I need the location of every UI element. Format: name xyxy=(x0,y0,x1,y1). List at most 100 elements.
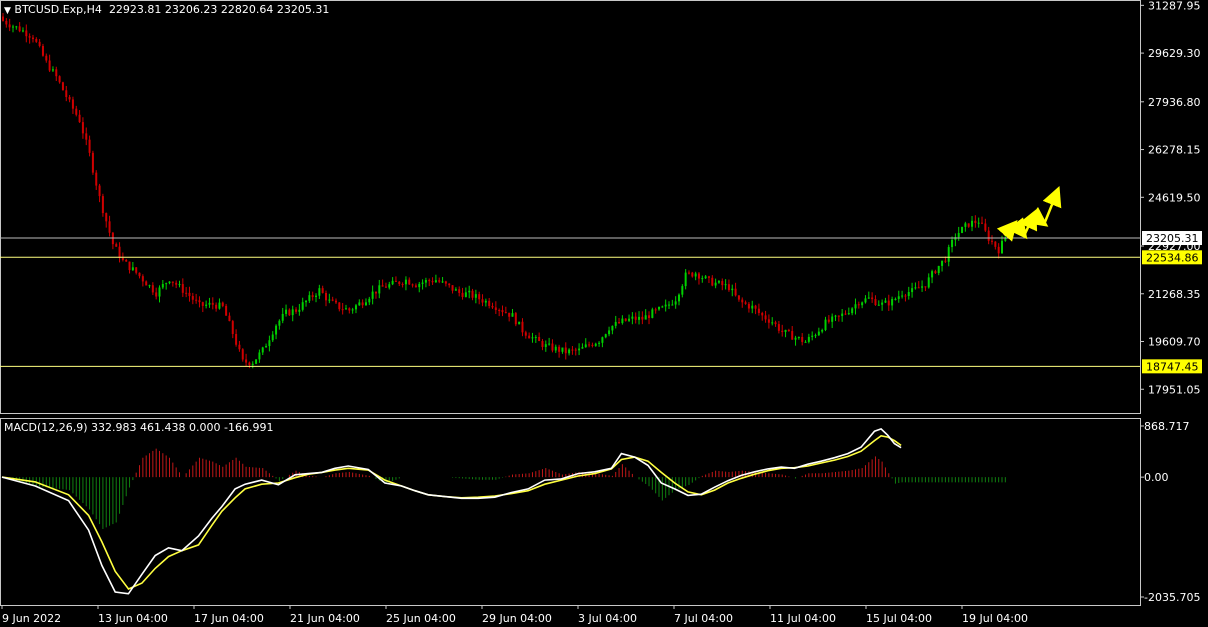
candle-body xyxy=(285,309,288,314)
candle-body xyxy=(727,284,730,291)
candle-body xyxy=(737,295,740,300)
y-tick-label: 19609.70 xyxy=(1148,336,1201,349)
candle-body xyxy=(28,36,31,38)
candle xyxy=(747,301,750,313)
candle-body xyxy=(108,221,111,233)
candle-body xyxy=(774,322,777,325)
candle-body xyxy=(977,222,980,224)
candle xyxy=(604,333,607,339)
candle-body xyxy=(378,285,381,294)
candle xyxy=(717,280,720,284)
candle-body xyxy=(681,286,684,295)
candle xyxy=(561,347,564,354)
candle-body xyxy=(674,301,677,305)
candle xyxy=(431,277,434,285)
candle-body xyxy=(997,246,1000,254)
candle-body xyxy=(897,296,900,299)
candle xyxy=(218,298,221,310)
candle xyxy=(65,85,68,102)
candle xyxy=(311,291,314,301)
candle xyxy=(658,306,661,311)
candle-body xyxy=(797,336,800,338)
candle-body xyxy=(791,331,794,340)
candle-body xyxy=(98,185,101,197)
candle xyxy=(911,282,914,298)
candle-body xyxy=(861,302,864,306)
candle-body xyxy=(171,281,174,283)
candle-body xyxy=(867,297,870,299)
candle-body xyxy=(48,60,51,71)
candle-body xyxy=(185,292,188,294)
candle-body xyxy=(175,282,178,285)
candle-body xyxy=(35,38,38,42)
candle-body xyxy=(431,281,434,283)
candle-body xyxy=(974,220,977,223)
candle-body xyxy=(325,292,328,301)
candle xyxy=(791,326,794,340)
candle-body xyxy=(927,277,930,288)
candle xyxy=(514,311,517,327)
candle-body xyxy=(534,336,537,338)
candle xyxy=(864,295,867,304)
candle xyxy=(854,298,857,315)
candle xyxy=(15,25,18,30)
candle xyxy=(957,226,960,241)
candle-body xyxy=(241,349,244,360)
candle-body xyxy=(528,335,531,339)
candle-body xyxy=(814,335,817,337)
candle xyxy=(771,317,774,326)
candle-body xyxy=(518,321,521,325)
candle-body xyxy=(644,315,647,320)
candle xyxy=(75,105,78,117)
candle xyxy=(837,315,840,322)
candle-body xyxy=(191,296,194,300)
candle xyxy=(541,338,544,351)
candle xyxy=(368,296,371,306)
candle xyxy=(11,24,14,33)
candle-body xyxy=(221,302,224,306)
projection-arrow xyxy=(1007,217,1028,240)
candle-body xyxy=(671,304,674,306)
candle xyxy=(811,331,814,341)
candle-body xyxy=(145,281,148,286)
ohlc-readout: 22923.81 23206.23 22820.64 23205.31 xyxy=(108,3,330,16)
candle-body xyxy=(21,30,24,32)
candle-body xyxy=(188,292,191,297)
candle-body xyxy=(458,289,461,293)
candle-body xyxy=(251,363,254,366)
candle xyxy=(201,301,204,313)
candle-body xyxy=(95,172,98,186)
candle xyxy=(28,33,31,44)
candle xyxy=(161,279,164,290)
candle xyxy=(374,291,377,299)
candle xyxy=(754,304,757,315)
candle xyxy=(634,312,637,324)
candle-body xyxy=(245,359,248,363)
chart-canvas[interactable]: 31287.95 29629.30 27936.80 26278.15 24619.50… xyxy=(0,0,1208,627)
candle-body xyxy=(541,341,544,347)
candle xyxy=(471,288,474,301)
candle-body xyxy=(151,285,154,293)
y-tick-label: 29629.30 xyxy=(1148,47,1201,60)
candle-body xyxy=(305,300,308,303)
candle xyxy=(255,359,258,365)
candle-body xyxy=(701,278,704,280)
candle-body xyxy=(428,280,431,282)
candle xyxy=(108,215,111,237)
candle-body xyxy=(158,287,161,297)
candle-body xyxy=(548,343,551,345)
x-tick-label: 19 Jul 04:00 xyxy=(962,612,1028,625)
candle xyxy=(524,330,527,339)
candle-body xyxy=(704,276,707,279)
candle-body xyxy=(315,295,318,297)
candle-body xyxy=(924,286,927,288)
candle xyxy=(421,279,424,290)
candle xyxy=(235,329,238,347)
candle-body xyxy=(874,299,877,306)
candle xyxy=(797,336,800,340)
chart-menu-icon[interactable]: ▼ xyxy=(4,6,11,16)
candle-body xyxy=(295,309,298,312)
candle xyxy=(851,307,854,316)
candle-body xyxy=(478,294,481,300)
candle-body xyxy=(215,304,218,309)
